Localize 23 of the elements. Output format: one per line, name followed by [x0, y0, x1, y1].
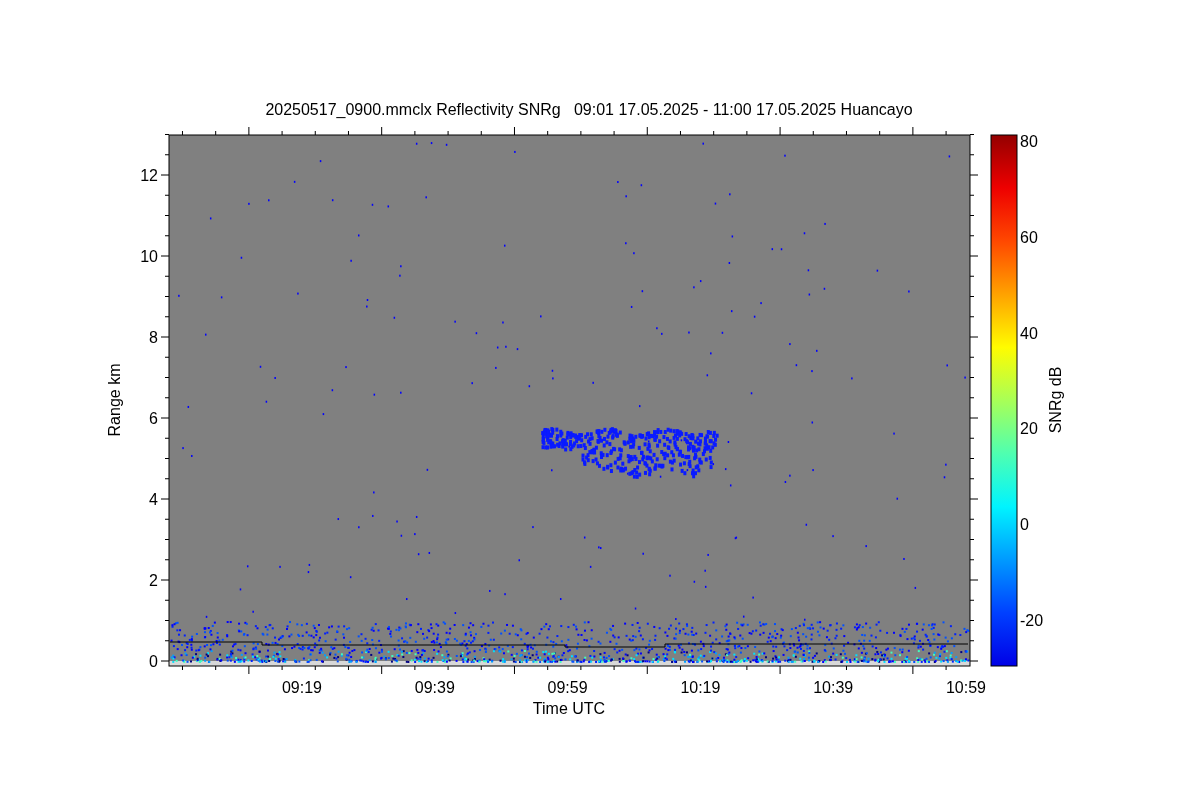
- axis-label: Time UTC: [532, 700, 606, 717]
- tick-label: 10:59: [946, 679, 986, 696]
- axis-label: Range km: [106, 363, 123, 437]
- axis-label: SNRg dB: [1047, 366, 1064, 434]
- tick-label: -20: [1020, 612, 1044, 629]
- tick-label: 09:59: [547, 679, 588, 696]
- tick-label: 20: [1020, 420, 1038, 438]
- tick-label: 09:39: [414, 679, 455, 696]
- chart-title: 20250517_0900.mmclx Reflectivity SNRg 09:01 17.05.2025 - 11:00 17.05.2025 Huancayo: [265, 101, 913, 118]
- tick-label: 10: [140, 248, 158, 265]
- tick-label: 6: [149, 410, 158, 427]
- tick-label: 09:19: [282, 679, 322, 696]
- tick-label: 80: [1020, 133, 1038, 150]
- tick-label: 10:39: [813, 679, 854, 696]
- tick-label: 60: [1020, 228, 1038, 246]
- tick-label: 0: [1020, 516, 1029, 534]
- tick-label: 12: [140, 167, 158, 184]
- tick-label: 8: [149, 329, 158, 346]
- tick-label: 2: [149, 572, 158, 589]
- tick-label: 0: [149, 653, 158, 670]
- tick-label: 4: [149, 491, 158, 508]
- tick-label: 40: [1020, 324, 1038, 342]
- tick-label: 10:19: [680, 679, 721, 696]
